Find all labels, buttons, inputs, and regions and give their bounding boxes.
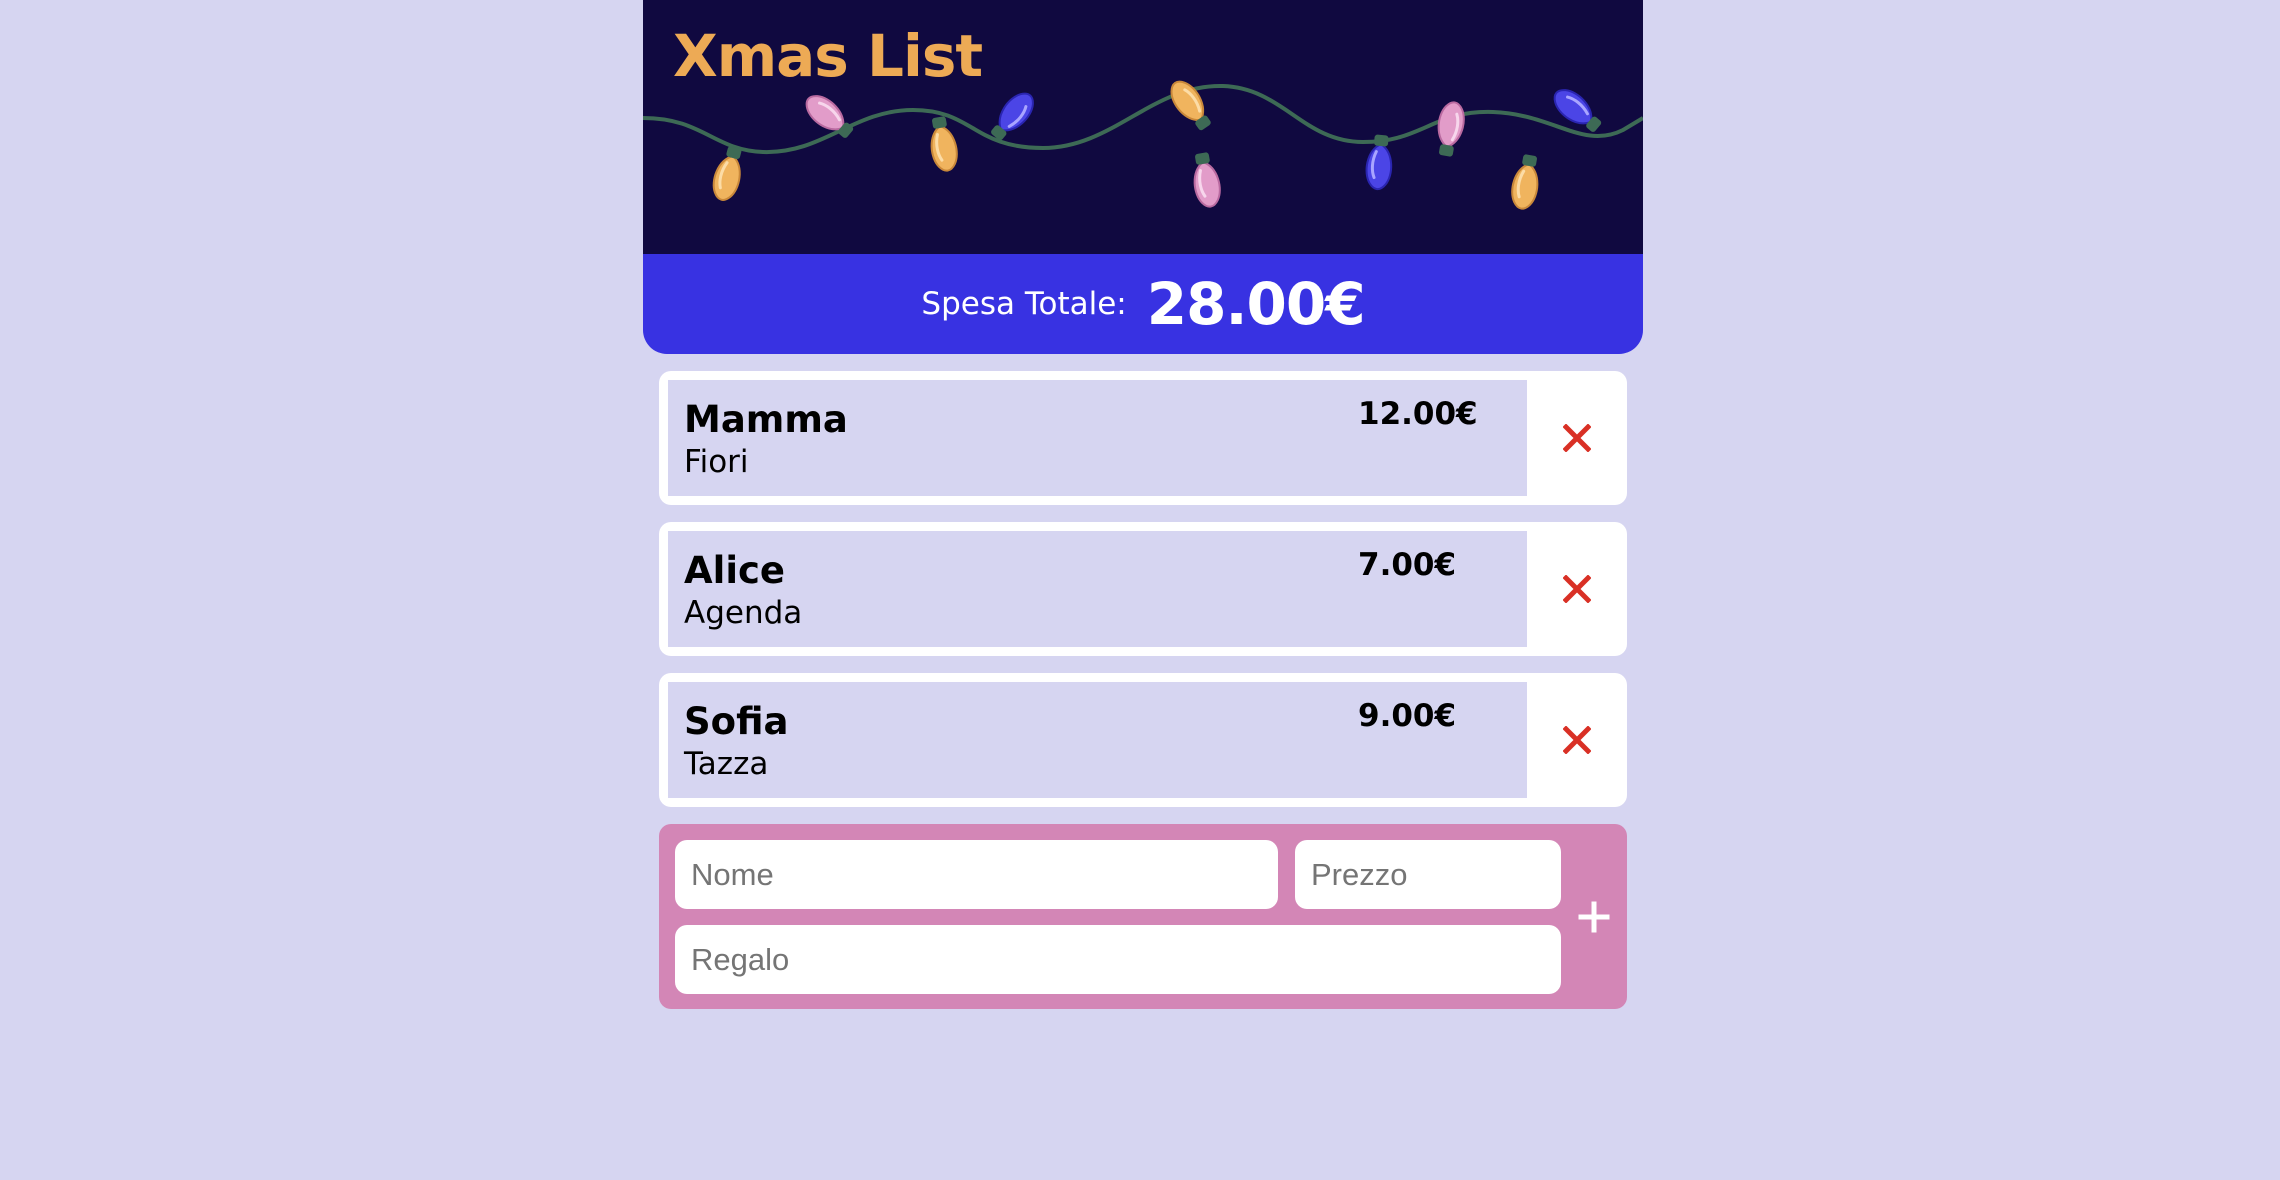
gift-price: 7.00€ <box>1358 547 1457 583</box>
list-item-body: Sofia Tazza 9.00€ <box>668 682 1527 798</box>
header: Xmas List <box>643 0 1643 254</box>
christmas-lights-decoration <box>643 74 1643 213</box>
name-input[interactable] <box>675 840 1278 909</box>
close-icon <box>1563 424 1591 452</box>
gift-name: Tazza <box>684 746 769 782</box>
delete-button[interactable] <box>1527 673 1627 807</box>
gift-list: Mamma Fiori 12.00€ Alice Agenda 7.00€ So… <box>643 371 1643 807</box>
delete-button[interactable] <box>1527 371 1627 505</box>
list-item: Mamma Fiori 12.00€ <box>659 371 1627 505</box>
gift-price: 9.00€ <box>1358 698 1457 734</box>
price-input[interactable] <box>1295 840 1561 909</box>
list-item-body: Mamma Fiori 12.00€ <box>668 380 1527 496</box>
plus-icon <box>1578 901 1610 932</box>
list-item: Alice Agenda 7.00€ <box>659 522 1627 656</box>
gift-name: Fiori <box>684 444 749 480</box>
recipient-name: Alice <box>684 549 786 592</box>
list-item: Sofia Tazza 9.00€ <box>659 673 1627 807</box>
total-label: Spesa Totale: <box>921 286 1127 322</box>
xmas-list-app: Xmas List Spesa Totale: 28.00€ Mamma Fio… <box>643 0 1643 1009</box>
close-icon <box>1563 575 1591 603</box>
light-bulb <box>707 142 749 205</box>
recipient-name: Sofia <box>684 700 789 743</box>
gift-price: 12.00€ <box>1358 396 1478 432</box>
add-gift-form <box>659 824 1627 1009</box>
light-bulb <box>924 113 962 175</box>
list-item-body: Alice Agenda 7.00€ <box>668 531 1527 647</box>
light-bulb <box>1187 149 1225 211</box>
delete-button[interactable] <box>1527 522 1627 656</box>
gift-input[interactable] <box>675 925 1561 994</box>
add-button[interactable] <box>1561 824 1627 1009</box>
light-bulb <box>1546 82 1608 139</box>
total-value: 28.00€ <box>1146 270 1366 338</box>
light-bulb <box>984 85 1041 147</box>
recipient-name: Mamma <box>684 398 848 441</box>
total-bar: Spesa Totale: 28.00€ <box>643 254 1643 354</box>
light-bulb <box>1507 151 1545 213</box>
gift-name: Agenda <box>684 595 803 631</box>
lights-wire <box>643 83 1643 155</box>
light-bulb <box>1431 98 1469 160</box>
close-icon <box>1563 726 1591 754</box>
